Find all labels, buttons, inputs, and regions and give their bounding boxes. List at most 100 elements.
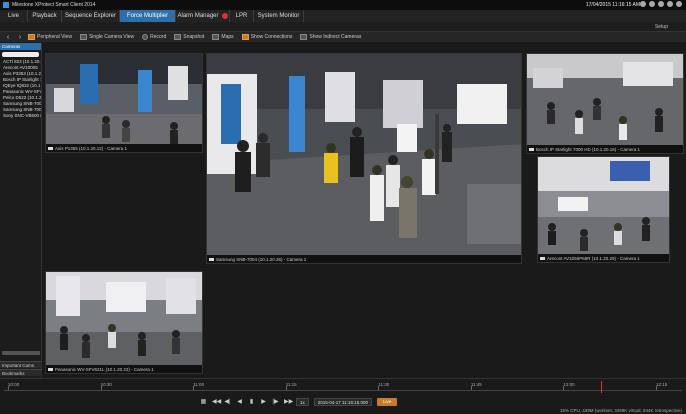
timeline-tick-label: 10:30 bbox=[100, 382, 112, 387]
peripheral-view-button[interactable]: Peripheral View bbox=[28, 34, 72, 40]
setup-button[interactable]: Setup bbox=[655, 24, 668, 30]
camera-tile-arecont[interactable]: Arecont AV3256PMIR (10.1.20.29) - Camera… bbox=[537, 156, 670, 263]
tab-alarm-manager[interactable]: Alarm Manager bbox=[176, 10, 230, 22]
trade-show-feed-image bbox=[207, 54, 521, 255]
camera-search-input[interactable] bbox=[2, 52, 39, 57]
camera-sidebar: Cameras ACTi 823 (10.1.20.3 Arecont AV10… bbox=[0, 43, 42, 378]
calendar-icon[interactable]: ▦ bbox=[200, 399, 207, 405]
camera-icon bbox=[174, 34, 182, 40]
bookmarks-section[interactable]: Bookmarks bbox=[0, 369, 42, 376]
timeline-scale[interactable]: 10:00 10:30 11:00 11:15 11:30 11:45 12:00 12:15 bbox=[4, 381, 682, 393]
camera-small-icon bbox=[540, 257, 545, 260]
play-reverse-icon[interactable]: ◀ bbox=[236, 399, 243, 405]
timeline-tick bbox=[563, 386, 565, 390]
camera-feed bbox=[538, 157, 669, 254]
alarm-badge-icon bbox=[221, 13, 228, 19]
camera-tile-bosch[interactable]: Bosch IP Starlight 7000 HD (10.1.20.16) … bbox=[526, 53, 684, 154]
record-button[interactable]: Record bbox=[142, 34, 166, 40]
sidebar-scrollbar[interactable] bbox=[2, 351, 40, 355]
tab-force-multiplier[interactable]: Force Multiplier bbox=[120, 10, 176, 22]
timeline-tick-label: 11:30 bbox=[378, 382, 390, 387]
playback-controls: ▦ ◀◀ ◀| ◀ ▮ ▶ |▶ ▶▶ 1x 2015-04-17 11:16:… bbox=[200, 398, 398, 406]
important-cams-section[interactable]: Important Cams bbox=[0, 361, 42, 368]
timeline-tick bbox=[656, 386, 657, 390]
camera-small-icon bbox=[48, 368, 53, 371]
help-icon[interactable] bbox=[649, 1, 655, 7]
camera-small-icon bbox=[529, 148, 534, 151]
tab-sequence-explorer[interactable]: Sequence Explorer bbox=[62, 10, 120, 22]
timeline-tick-label: 11:00 bbox=[193, 382, 205, 387]
tab-system-monitor[interactable]: System Monitor bbox=[254, 10, 304, 22]
view-toolbar: ‹ › Peripheral View Single Camera View R… bbox=[0, 32, 686, 42]
peripheral-view-icon bbox=[28, 34, 35, 40]
window-controls bbox=[640, 1, 682, 7]
play-icon[interactable]: ▶ bbox=[260, 399, 267, 405]
camera-feed bbox=[207, 54, 521, 255]
camera-feed bbox=[46, 54, 202, 144]
app-title: Milestone XProtect Smart Client 2014 bbox=[12, 2, 96, 8]
camera-label: Samsung SNB-7004 (10.1.20.36) - Camera 1 bbox=[209, 257, 306, 262]
close-icon[interactable] bbox=[676, 1, 682, 7]
tab-lpr[interactable]: LPR bbox=[230, 10, 254, 22]
camera-feed bbox=[46, 272, 202, 365]
map-icon bbox=[212, 34, 220, 40]
timeline-tick bbox=[8, 386, 9, 390]
datetime-field[interactable]: 2015-04-17 11:16:15.000 bbox=[313, 398, 372, 406]
timeline-playhead[interactable] bbox=[600, 381, 602, 393]
fullscreen-icon[interactable] bbox=[640, 1, 646, 7]
live-button[interactable]: Live bbox=[376, 398, 398, 406]
single-camera-view-button[interactable]: Single Camera View bbox=[79, 34, 134, 40]
timeline-tick bbox=[378, 386, 380, 390]
app-logo-icon bbox=[3, 2, 9, 8]
camera-feed bbox=[527, 54, 683, 145]
snapshot-button[interactable]: Snapshot bbox=[174, 34, 204, 40]
timeline-tick-label: 10:00 bbox=[8, 382, 20, 387]
connections-icon bbox=[241, 34, 249, 40]
camera-label: Panasonic WV-SFV631L (10.1.20.23) - Came… bbox=[48, 367, 154, 372]
timeline-tick-label: 12:15 bbox=[656, 382, 668, 387]
settings-icon[interactable] bbox=[658, 1, 664, 7]
title-bar: Milestone XProtect Smart Client 2014 17/… bbox=[0, 0, 686, 10]
timeline-tick bbox=[285, 386, 287, 390]
camera-small-icon bbox=[48, 147, 53, 150]
record-icon bbox=[142, 34, 149, 40]
trade-show-feed-image bbox=[527, 54, 683, 145]
camera-tile-samsung-main[interactable]: Samsung SNB-7004 (10.1.20.36) - Camera 1 bbox=[206, 53, 522, 264]
tab-playback[interactable]: Playback bbox=[28, 10, 62, 22]
timeline-tick bbox=[470, 386, 472, 390]
sub-bar: Setup bbox=[0, 22, 686, 32]
camera-small-icon bbox=[209, 258, 214, 261]
skip-start-icon[interactable]: ◀◀ bbox=[212, 399, 221, 405]
skip-end-icon[interactable]: ▶▶ bbox=[284, 399, 293, 405]
main-tabs: Live Playback Sequence Explorer Force Mu… bbox=[0, 10, 686, 22]
trade-show-feed-image bbox=[538, 157, 669, 254]
pause-icon[interactable]: ▮ bbox=[248, 399, 255, 405]
sidebar-camera-item[interactable]: Sony SNC-VB600 (1 bbox=[0, 113, 41, 119]
back-button[interactable]: ‹ bbox=[4, 34, 12, 41]
step-forward-icon[interactable]: |▶ bbox=[272, 399, 279, 405]
playback-timeline: 10:00 10:30 11:00 11:15 11:30 11:45 12:00 12:15… bbox=[0, 378, 686, 414]
trade-show-feed-image bbox=[46, 54, 202, 144]
camera-label: Axis P1355 (10.1.20.12) - Camera 1 bbox=[48, 146, 127, 151]
sidebar-header[interactable]: Cameras bbox=[0, 43, 41, 50]
camera-tile-panasonic[interactable]: Panasonic WV-SFV631L (10.1.20.23) - Came… bbox=[45, 271, 203, 374]
show-connections-button[interactable]: Show Connections bbox=[241, 34, 292, 40]
timeline-tick-label: 12:00 bbox=[563, 382, 575, 387]
trade-show-feed-image bbox=[46, 272, 202, 365]
minimize-icon[interactable] bbox=[667, 1, 673, 7]
maps-button[interactable]: Maps bbox=[212, 34, 234, 40]
clock: 17/04/2015 11:16:15 AM bbox=[585, 2, 640, 8]
indirect-cameras-icon bbox=[300, 34, 308, 40]
timeline-tick bbox=[100, 386, 102, 390]
timeline-tick bbox=[193, 386, 195, 390]
camera-label: Bosch IP Starlight 7000 HD (10.1.20.16) … bbox=[529, 147, 640, 152]
timeline-tick-label: 11:15 bbox=[285, 382, 297, 387]
show-indirect-cameras-button[interactable]: Show Indirect Cameras bbox=[300, 34, 361, 40]
speed-field[interactable]: 1x bbox=[296, 398, 309, 406]
step-back-icon[interactable]: ◀| bbox=[224, 399, 231, 405]
tab-live[interactable]: Live bbox=[0, 10, 28, 22]
single-camera-icon bbox=[79, 34, 87, 40]
status-text: 15% CPU, 439M (workset, 3499K virtual, 9… bbox=[559, 408, 682, 413]
camera-tile-axis[interactable]: Axis P1355 (10.1.20.12) - Camera 1 bbox=[45, 53, 203, 153]
forward-button[interactable]: › bbox=[16, 34, 24, 41]
